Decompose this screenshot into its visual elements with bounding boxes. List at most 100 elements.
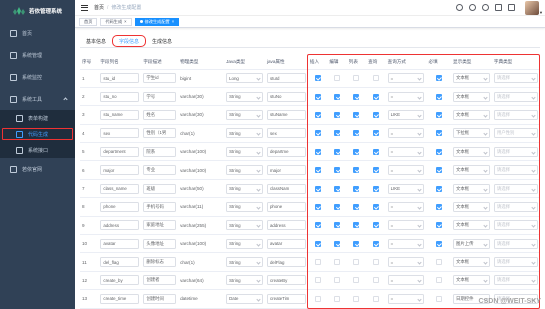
column-comment-input[interactable]: 家庭地址: [143, 220, 177, 231]
column-comment-input[interactable]: 性别（1男: [143, 128, 177, 139]
checkbox[interactable]: [334, 295, 341, 302]
question-icon[interactable]: [482, 4, 489, 11]
html-type-select[interactable]: 文本框: [453, 220, 490, 231]
dict-type-select[interactable]: 请选择: [493, 165, 538, 176]
sidebar-item-3[interactable]: 系统工具: [0, 88, 75, 110]
dict-type-select[interactable]: 请选择: [493, 220, 538, 231]
checkbox[interactable]: [314, 185, 321, 192]
dict-type-select[interactable]: 请选择: [493, 201, 538, 212]
column-input[interactable]: del_flag: [100, 257, 140, 268]
checkbox[interactable]: [334, 148, 341, 155]
html-type-select[interactable]: 文本框: [453, 257, 490, 268]
column-comment-input[interactable]: 姓名: [143, 109, 177, 120]
checkbox[interactable]: [353, 93, 360, 100]
query-type-select[interactable]: =: [387, 146, 425, 157]
html-type-select[interactable]: 下拉框: [453, 128, 490, 139]
html-type-select[interactable]: 文本框: [453, 91, 490, 102]
checkbox[interactable]: [353, 148, 360, 155]
caret-down-icon[interactable]: ▼: [539, 10, 543, 15]
java-type-select[interactable]: String: [226, 220, 263, 231]
java-type-select[interactable]: Date: [226, 293, 263, 304]
column-comment-input[interactable]: 专业: [143, 165, 177, 176]
checkbox[interactable]: [353, 111, 360, 118]
html-type-select[interactable]: 文本框: [453, 165, 490, 176]
checkbox[interactable]: [435, 277, 442, 284]
column-input[interactable]: create_time: [100, 293, 140, 304]
dict-type-select[interactable]: 请选择: [493, 91, 538, 102]
checkbox[interactable]: [372, 167, 379, 174]
checkbox[interactable]: [353, 185, 360, 192]
html-type-select[interactable]: 文本框: [453, 146, 490, 157]
tab-1[interactable]: 字段信息: [112, 35, 147, 47]
close-icon[interactable]: ×: [172, 19, 174, 24]
tag-0[interactable]: 首页: [79, 17, 98, 26]
java-type-select[interactable]: Long: [226, 73, 263, 84]
checkbox[interactable]: [372, 130, 379, 137]
checkbox[interactable]: [334, 240, 341, 247]
checkbox[interactable]: [314, 167, 321, 174]
checkbox[interactable]: [314, 222, 321, 229]
column-comment-input[interactable]: 创建时间: [143, 293, 177, 304]
java-type-select[interactable]: String: [226, 275, 263, 286]
checkbox[interactable]: [314, 259, 321, 266]
checkbox[interactable]: [435, 185, 442, 192]
column-input[interactable]: createBy: [266, 275, 306, 286]
checkbox[interactable]: [334, 203, 341, 210]
query-type-select[interactable]: =: [387, 220, 425, 231]
query-type-select[interactable]: =: [387, 293, 425, 304]
column-comment-input[interactable]: 班级: [143, 183, 177, 194]
checkbox[interactable]: [435, 259, 442, 266]
breadcrumb-home[interactable]: 首页: [94, 5, 104, 11]
java-type-select[interactable]: String: [226, 201, 263, 212]
checkbox[interactable]: [353, 167, 360, 174]
query-type-select[interactable]: =: [387, 165, 425, 176]
column-input[interactable]: delFlag: [266, 257, 306, 268]
github-icon[interactable]: [469, 4, 476, 11]
sidebar-item-0[interactable]: 首页: [0, 22, 75, 44]
column-comment-input[interactable]: 学生id: [143, 73, 177, 84]
checkbox[interactable]: [353, 240, 360, 247]
column-input[interactable]: stuName: [266, 109, 306, 120]
dict-type-select[interactable]: 请选择: [493, 73, 538, 84]
checkbox[interactable]: [372, 240, 379, 247]
html-type-select[interactable]: 文本框: [453, 73, 490, 84]
dict-type-select[interactable]: 请选择: [493, 109, 538, 120]
html-type-select[interactable]: 图片上传: [453, 238, 490, 249]
java-type-select[interactable]: String: [226, 91, 263, 102]
checkbox[interactable]: [334, 167, 341, 174]
query-type-select[interactable]: =: [387, 238, 425, 249]
column-input[interactable]: stu_no: [100, 91, 140, 102]
checkbox[interactable]: [435, 295, 442, 302]
checkbox[interactable]: [372, 222, 379, 229]
dict-type-select[interactable]: 用户性别: [493, 128, 538, 139]
column-input[interactable]: major: [100, 165, 140, 176]
checkbox[interactable]: [435, 130, 442, 137]
checkbox[interactable]: [334, 75, 341, 82]
sidebar-subitem-2[interactable]: 系统接口: [0, 142, 75, 158]
column-comment-input[interactable]: 创建者: [143, 275, 177, 286]
avatar[interactable]: [525, 1, 539, 15]
sidebar-item-2[interactable]: 系统监控: [0, 66, 75, 88]
column-input[interactable]: avatar: [266, 238, 306, 249]
html-type-select[interactable]: 文本框: [453, 275, 490, 286]
checkbox[interactable]: [372, 148, 379, 155]
column-input[interactable]: phone: [266, 201, 306, 212]
java-type-select[interactable]: String: [226, 146, 263, 157]
query-type-select[interactable]: =: [387, 257, 425, 268]
checkbox[interactable]: [334, 222, 341, 229]
dict-type-select[interactable]: 请选择: [493, 238, 538, 249]
checkbox[interactable]: [334, 277, 341, 284]
checkbox[interactable]: [314, 130, 321, 137]
checkbox[interactable]: [353, 295, 360, 302]
checkbox[interactable]: [435, 148, 442, 155]
query-type-select[interactable]: =: [387, 73, 425, 84]
fullscreen-icon[interactable]: [495, 4, 502, 11]
checkbox[interactable]: [372, 111, 379, 118]
java-type-select[interactable]: String: [226, 257, 263, 268]
column-input[interactable]: departme: [266, 146, 306, 157]
checkbox[interactable]: [372, 203, 379, 210]
column-input[interactable]: createTim: [266, 293, 306, 304]
sidebar-item-4[interactable]: 若依官网: [0, 158, 75, 180]
checkbox[interactable]: [435, 111, 442, 118]
checkbox[interactable]: [372, 259, 379, 266]
